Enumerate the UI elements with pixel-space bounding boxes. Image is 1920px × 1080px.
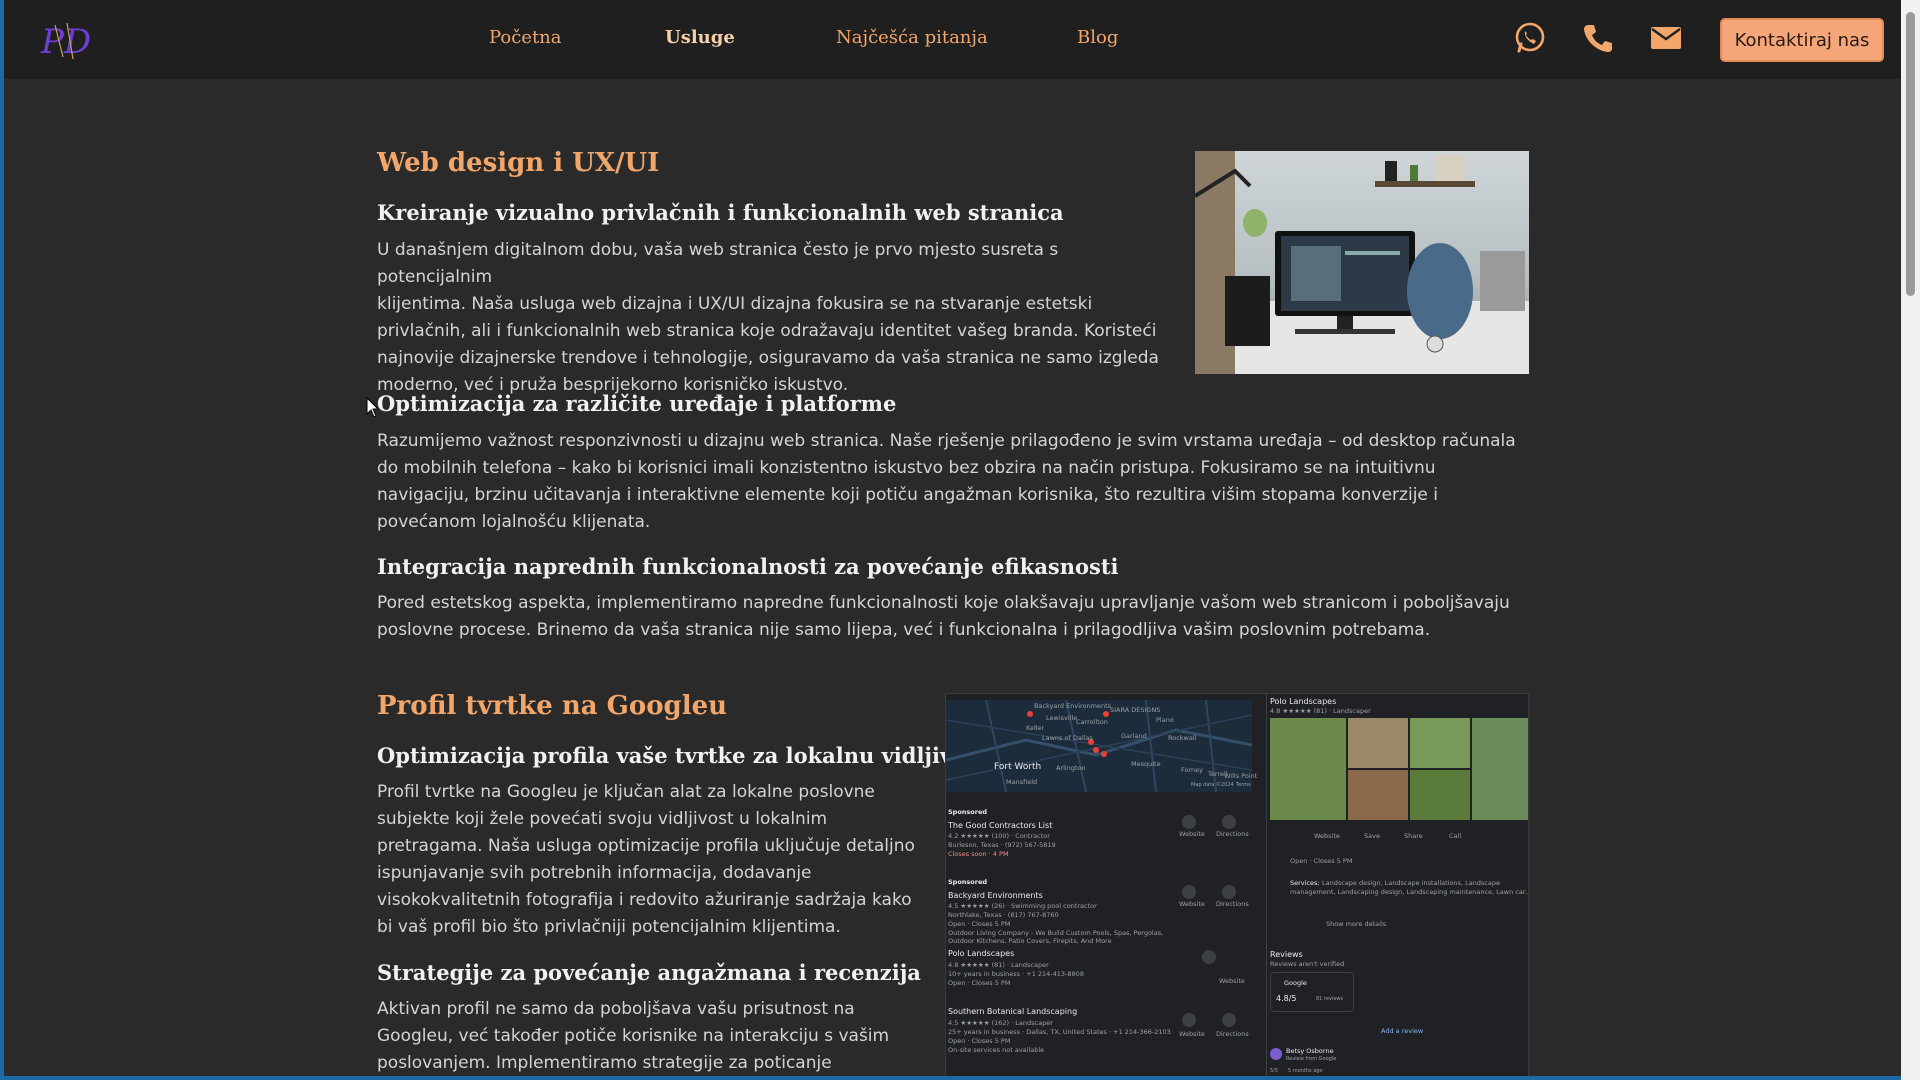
panel-photo-grid (1270, 718, 1528, 820)
subheading-visual-sites: Kreiranje vizualno privlačnih i funkcion… (377, 200, 1064, 225)
navbar: PD Početna Usluge Najčešća pitanja Blog … (4, 0, 1901, 79)
subheading-advanced-features: Integracija naprednih funkcionalnosti za… (377, 554, 1119, 579)
google-maps-screenshot: Backyard Environments SIARA DESIGNS Carr… (945, 693, 1529, 1076)
page-scrollbar[interactable] (1901, 0, 1920, 1080)
paragraph-advanced-features: Pored estetskog aspekta, implementiramo … (377, 593, 1510, 640)
logo-icon[interactable]: PD (37, 17, 97, 63)
nav-link-najcesca-pitanja[interactable]: Najčešća pitanja (836, 27, 988, 48)
contact-button[interactable]: Kontaktiraj nas (1720, 18, 1884, 62)
paragraph-engagement: Aktivan profil ne samo da poboljšava vaš… (377, 999, 890, 1073)
desk-setup-image (1195, 151, 1529, 374)
browser-viewport: PD Početna Usluge Najčešća pitanja Blog … (4, 0, 1901, 1076)
subheading-local-visibility: Optimizacija profila vaše tvrtke za loka… (377, 743, 988, 768)
subheading-engagement: Strategije za povećanje angažmana i rece… (377, 960, 921, 985)
subheading-devices: Optimizacija za različite uređaje i plat… (377, 391, 897, 416)
paragraph-web-design: U današnjem digitalnom dobu, vaša web st… (377, 240, 1159, 395)
email-icon[interactable] (1648, 20, 1684, 56)
panel-business-name: Polo Landscapes (1270, 697, 1337, 706)
scrollbar-thumb[interactable] (1906, 12, 1915, 296)
section-title-google-profile: Profil tvrtke na Googleu (377, 691, 728, 721)
paragraph-responsive: Razumijemo važnost responzivnosti u diza… (377, 431, 1516, 532)
mouse-cursor-icon (366, 397, 380, 418)
paragraph-google-profile: Profil tvrtke na Googleu je ključan alat… (377, 782, 915, 937)
whatsapp-icon[interactable] (1512, 20, 1548, 56)
phone-icon[interactable] (1580, 20, 1616, 56)
map-image (946, 700, 1252, 792)
reviewer-avatar (1270, 1048, 1282, 1060)
nav-link-pocetna[interactable]: Početna (489, 27, 562, 48)
svg-text:PD: PD (40, 22, 91, 62)
nav-link-blog[interactable]: Blog (1077, 27, 1118, 48)
review-score-card (1270, 972, 1354, 1012)
nav-link-usluge[interactable]: Usluge (665, 27, 735, 48)
section-title-web-design: Web design i UX/UI (377, 148, 660, 178)
listing-action-icons (1182, 815, 1236, 1027)
